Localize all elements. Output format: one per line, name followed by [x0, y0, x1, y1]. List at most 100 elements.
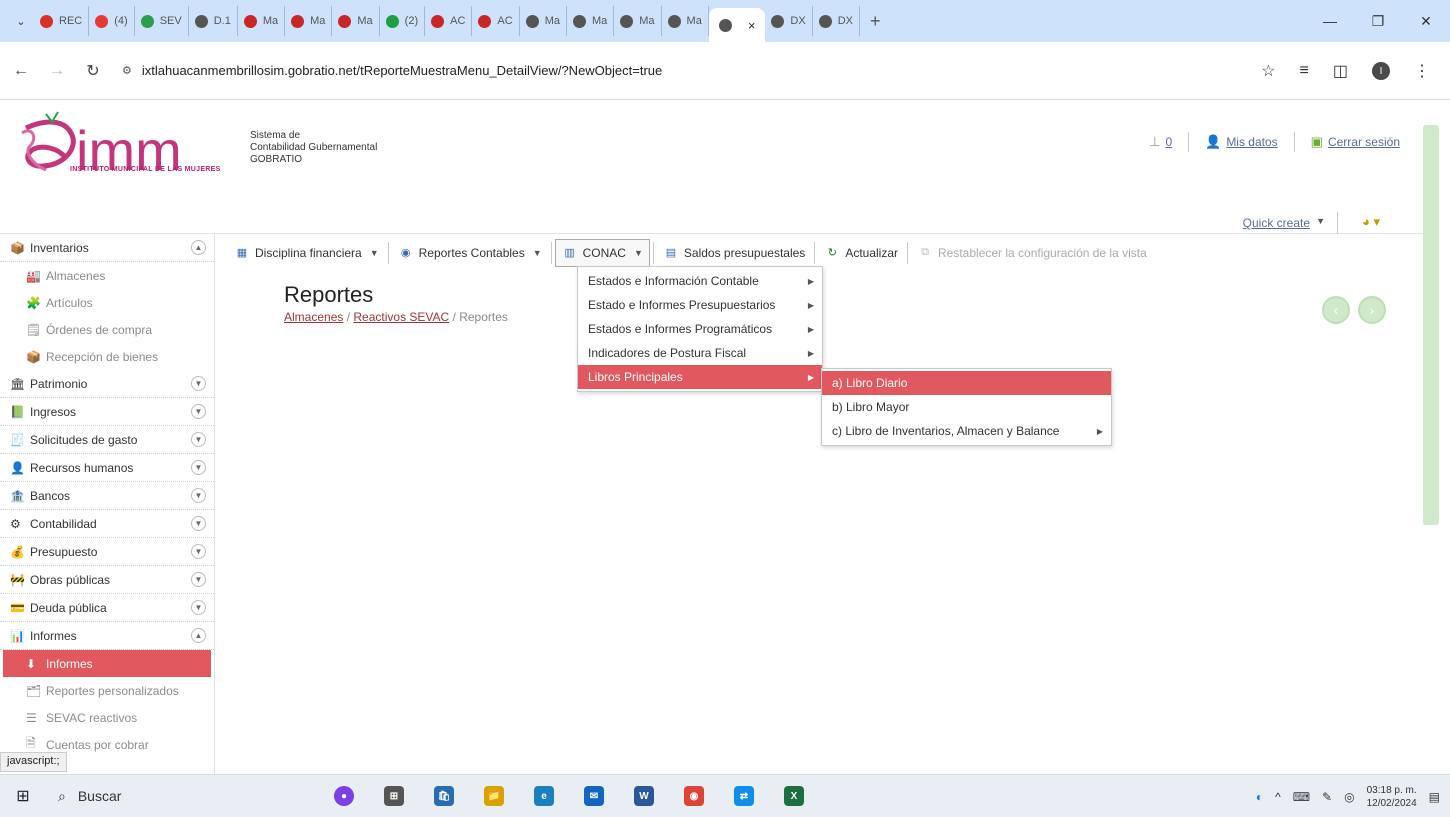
browser-tab[interactable]: (4): [89, 6, 135, 36]
page-scrollbar[interactable]: [1423, 125, 1439, 525]
dropdown-caret-icon[interactable]: ▼: [533, 248, 542, 258]
browser-tab[interactable]: (2): [380, 6, 426, 36]
browser-tab[interactable]: Ma: [238, 6, 286, 36]
sidebar-group-obras-publicas[interactable]: 🚧 Obras públicas ▼: [0, 566, 214, 594]
chevron-up-icon[interactable]: ▲: [191, 628, 206, 643]
close-window-button[interactable]: ✕: [1402, 13, 1450, 30]
browser-tab[interactable]: SEV: [135, 6, 189, 36]
breadcrumb-link-reactivos[interactable]: Reactivos SEVAC: [353, 310, 449, 324]
browser-menu-icon[interactable]: ⋮: [1414, 61, 1430, 81]
excel-app[interactable]: X: [774, 780, 814, 812]
word-app[interactable]: W: [624, 780, 664, 812]
chevron-up-icon[interactable]: ▲: [191, 240, 206, 255]
toolbar-saldos-presupuestales-button[interactable]: ▤ Saldos presupuestales: [657, 239, 811, 267]
browser-tab[interactable]: REC: [34, 6, 90, 36]
chevron-down-icon[interactable]: ▼: [191, 488, 206, 503]
sidebar-group-recursos-humanos[interactable]: 👤 Recursos humanos ▼: [0, 454, 214, 482]
sidebar-item-reportes-personalizados[interactable]: 🗂 Reportes personalizados: [0, 677, 214, 704]
menu-item[interactable]: Estado e Informes Presupuestarios ▶: [578, 293, 822, 317]
chevron-down-icon[interactable]: ▼: [191, 544, 206, 559]
chevron-down-icon[interactable]: ▼: [191, 432, 206, 447]
browser-tab[interactable]: AC: [472, 6, 520, 36]
menu-item[interactable]: c) Libro de Inventarios, Almacen y Balan…: [822, 419, 1111, 443]
sidebar-item-sevac-reactivos[interactable]: ☰ SEVAC reactivos: [0, 704, 214, 731]
chevron-up-icon[interactable]: ^: [1275, 790, 1281, 804]
sidebar-item-informes[interactable]: ⬇ Informes: [3, 650, 211, 677]
sidebar-group-solicitudes-de-gasto[interactable]: 🧾 Solicitudes de gasto ▼: [0, 426, 214, 454]
file-explorer-app[interactable]: 📁: [474, 780, 514, 812]
next-record-button[interactable]: ›: [1358, 296, 1386, 324]
edge-app[interactable]: e: [524, 780, 564, 812]
taskbar-search[interactable]: ⌕ Buscar: [46, 788, 276, 805]
sidebar-item-almacenes[interactable]: 🏭 Almacenes: [0, 262, 214, 289]
forward-button[interactable]: →: [42, 62, 72, 80]
browser-tab[interactable]: Ma: [285, 6, 333, 36]
sidebar-group-patrimonio[interactable]: 🏛 Patrimonio ▼: [0, 370, 214, 398]
previous-record-button[interactable]: ‹: [1322, 296, 1350, 324]
sidebar-item-articulos[interactable]: 🧩 Artículos: [0, 289, 214, 316]
menu-item[interactable]: a) Libro Diario: [822, 371, 1111, 395]
volume-icon[interactable]: ◎: [1344, 790, 1354, 804]
browser-tab[interactable]: D.1: [189, 6, 238, 36]
sidebar-group-contabilidad[interactable]: ⚙ Contabilidad ▼: [0, 510, 214, 538]
reload-button[interactable]: ↻: [78, 61, 108, 81]
active-tab[interactable]: ×: [708, 8, 766, 42]
menu-item[interactable]: Indicadores de Postura Fiscal ▶: [578, 341, 822, 365]
toolbar-restablecer-la-button[interactable]: ⧉ Restablecer la configuración de la vist…: [911, 239, 1153, 267]
browser-tab[interactable]: DX: [813, 6, 860, 36]
toolbar-actualizar-button[interactable]: ↻ Actualizar: [818, 239, 904, 267]
menu-item[interactable]: b) Libro Mayor: [822, 395, 1111, 419]
browser-tab[interactable]: Ma: [332, 6, 380, 36]
breadcrumb-link-almacenes[interactable]: Almacenes: [284, 310, 343, 324]
browser-tab[interactable]: Ma: [567, 6, 615, 36]
teamviewer-tray-icon[interactable]: ◐: [1256, 790, 1263, 804]
browser-tab[interactable]: Ma: [520, 6, 567, 36]
sidebar-group-ingresos[interactable]: 📗 Ingresos ▼: [0, 398, 214, 426]
task-view-app[interactable]: ⊞: [374, 780, 414, 812]
sidebar-item-recepcion-de-bienes[interactable]: 📦 Recepción de bienes: [0, 343, 214, 370]
quick-create-caret-icon[interactable]: ▼: [1316, 216, 1325, 226]
mis-datos-link[interactable]: 👤 Mis datos: [1205, 134, 1278, 150]
chevron-down-icon[interactable]: ▼: [191, 572, 206, 587]
back-button[interactable]: ←: [6, 62, 36, 80]
tab-search-button[interactable]: ⌄: [8, 8, 34, 34]
pen-icon[interactable]: ✎: [1322, 790, 1332, 804]
browser-tab[interactable]: Ma: [614, 6, 662, 36]
site-info-icon[interactable]: ⚙: [122, 64, 132, 77]
mis-datos-text[interactable]: Mis datos: [1226, 135, 1277, 149]
teamviewer-app[interactable]: ⇄: [724, 780, 764, 812]
chevron-down-icon[interactable]: ▼: [191, 404, 206, 419]
windows-start-button[interactable]: ⊞: [0, 786, 46, 806]
system-clock[interactable]: 03:18 p. m. 12/02/2024: [1367, 784, 1417, 810]
dropdown-caret-icon[interactable]: ▼: [370, 248, 379, 258]
menu-item[interactable]: Estados e Información Contable ▶: [578, 269, 822, 293]
quick-create-button[interactable]: Quick create: [1243, 216, 1310, 230]
sidebar-group-presupuesto[interactable]: 💰 Presupuesto ▼: [0, 538, 214, 566]
browser-tab[interactable]: AC: [425, 6, 473, 36]
sidebar-group-bancos[interactable]: 🏦 Bancos ▼: [0, 482, 214, 510]
notifications-link[interactable]: ⊥ 0: [1149, 134, 1172, 150]
restore-button[interactable]: ❐: [1354, 13, 1402, 30]
reading-list-icon[interactable]: ≡: [1300, 62, 1309, 80]
mail-app[interactable]: ✉: [574, 780, 614, 812]
toolbar-reportes-contables-button[interactable]: ◉ Reportes Contables ▼: [392, 239, 548, 267]
chrome-app[interactable]: ◉: [674, 780, 714, 812]
copilot-app[interactable]: ●: [324, 780, 364, 812]
browser-tab[interactable]: DX: [765, 6, 813, 36]
chevron-down-icon[interactable]: ▼: [191, 516, 206, 531]
chevron-down-icon[interactable]: ▼: [191, 460, 206, 475]
bookmark-star-icon[interactable]: ☆: [1261, 61, 1275, 81]
menu-item[interactable]: Estados e Informes Programáticos ▶: [578, 317, 822, 341]
profile-avatar[interactable]: I: [1372, 62, 1390, 80]
notifications-icon[interactable]: ▤: [1429, 790, 1440, 804]
sidebar-group-informes[interactable]: 📊 Informes ▲: [0, 622, 214, 650]
minimize-button[interactable]: —: [1306, 13, 1354, 29]
store-app[interactable]: 🛍: [424, 780, 464, 812]
close-tab-icon[interactable]: ×: [748, 18, 756, 33]
toolbar-disciplina-financiera-button[interactable]: ▦ Disciplina financiera ▼: [228, 239, 385, 267]
url-field[interactable]: ⚙ ixtlahuacanmembrillosim.gobratio.net/t…: [122, 63, 662, 78]
chevron-down-icon[interactable]: ▼: [191, 376, 206, 391]
notifications-count[interactable]: 0: [1165, 135, 1172, 149]
theme-menu-icon[interactable]: ◕ ▾: [1362, 214, 1380, 230]
menu-item[interactable]: Libros Principales ▶: [578, 365, 822, 389]
